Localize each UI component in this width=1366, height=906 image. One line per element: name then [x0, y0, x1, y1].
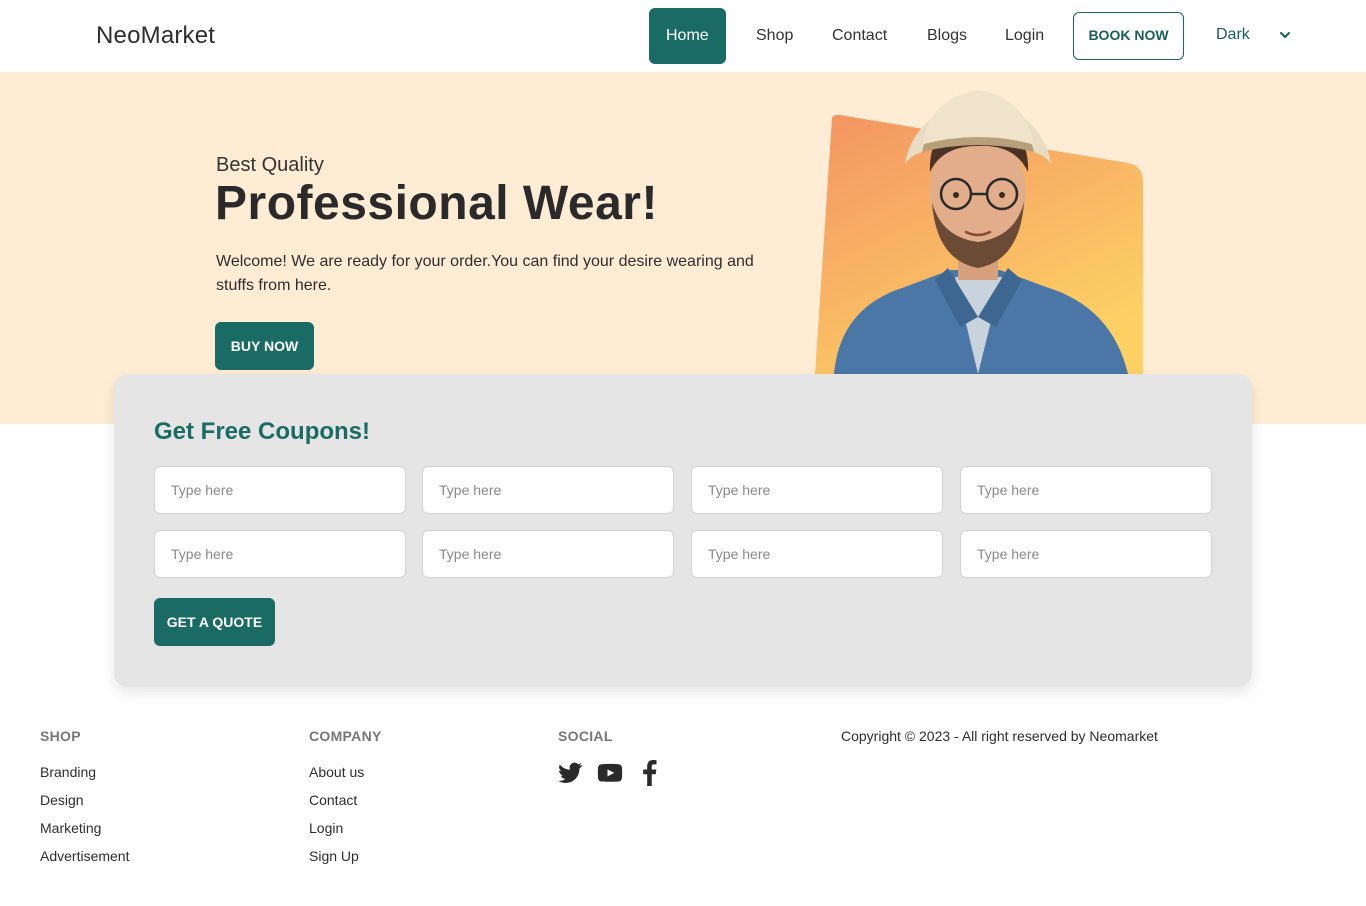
- theme-select-value: Dark: [1216, 26, 1250, 43]
- hero-section: Best Quality Professional Wear! Welcome!…: [0, 72, 1366, 424]
- hero-model-image: [815, 90, 1143, 374]
- footer-link-marketing[interactable]: Marketing: [40, 820, 101, 836]
- coupon-field-3[interactable]: [691, 466, 943, 514]
- brand-logo[interactable]: NeoMarket: [96, 22, 215, 50]
- copyright-text: Copyright © 2023 - All right reserved by…: [841, 728, 1158, 744]
- nav-contact[interactable]: Contact: [815, 8, 904, 64]
- footer-link-design[interactable]: Design: [40, 792, 84, 808]
- book-now-button[interactable]: BOOK NOW: [1073, 12, 1184, 60]
- coupon-card: Get Free Coupons! GET A QUOTE: [114, 374, 1252, 687]
- buy-now-button[interactable]: BUY NOW: [215, 322, 314, 370]
- navbar: NeoMarket Home Shop Contact Blogs Login …: [0, 0, 1366, 72]
- footer-link-signup[interactable]: Sign Up: [309, 848, 359, 864]
- get-quote-button[interactable]: GET A QUOTE: [154, 598, 275, 646]
- nav-shop[interactable]: Shop: [739, 8, 810, 64]
- coupon-field-4[interactable]: [960, 466, 1212, 514]
- theme-select[interactable]: Dark: [1216, 26, 1292, 44]
- footer-link-branding[interactable]: Branding: [40, 764, 96, 780]
- hero-description: Welcome! We are ready for your order.You…: [216, 253, 754, 294]
- chevron-down-icon: [1279, 32, 1290, 38]
- hero-title: Professional Wear!: [215, 177, 658, 230]
- coupon-title: Get Free Coupons!: [154, 418, 371, 445]
- coupon-field-6[interactable]: [422, 530, 674, 578]
- coupon-field-1[interactable]: [154, 466, 406, 514]
- nav-login[interactable]: Login: [988, 8, 1061, 64]
- footer-company-heading: COMPANY: [309, 728, 382, 744]
- footer-link-about[interactable]: About us: [309, 764, 364, 780]
- coupon-field-2[interactable]: [422, 466, 674, 514]
- footer-link-contact[interactable]: Contact: [309, 792, 357, 808]
- footer-shop-heading: SHOP: [40, 728, 81, 744]
- facebook-icon[interactable]: [637, 760, 663, 786]
- coupon-field-7[interactable]: [691, 530, 943, 578]
- footer-link-advertisement[interactable]: Advertisement: [40, 848, 129, 864]
- footer-social-heading: SOCIAL: [558, 728, 613, 744]
- nav-blogs[interactable]: Blogs: [910, 8, 984, 64]
- twitter-icon[interactable]: [557, 760, 583, 786]
- nav-home[interactable]: Home: [649, 8, 726, 64]
- coupon-field-8[interactable]: [960, 530, 1212, 578]
- footer-link-login[interactable]: Login: [309, 820, 343, 836]
- coupon-field-5[interactable]: [154, 530, 406, 578]
- youtube-icon[interactable]: [597, 760, 623, 786]
- hero-subtitle: Best Quality: [216, 154, 324, 176]
